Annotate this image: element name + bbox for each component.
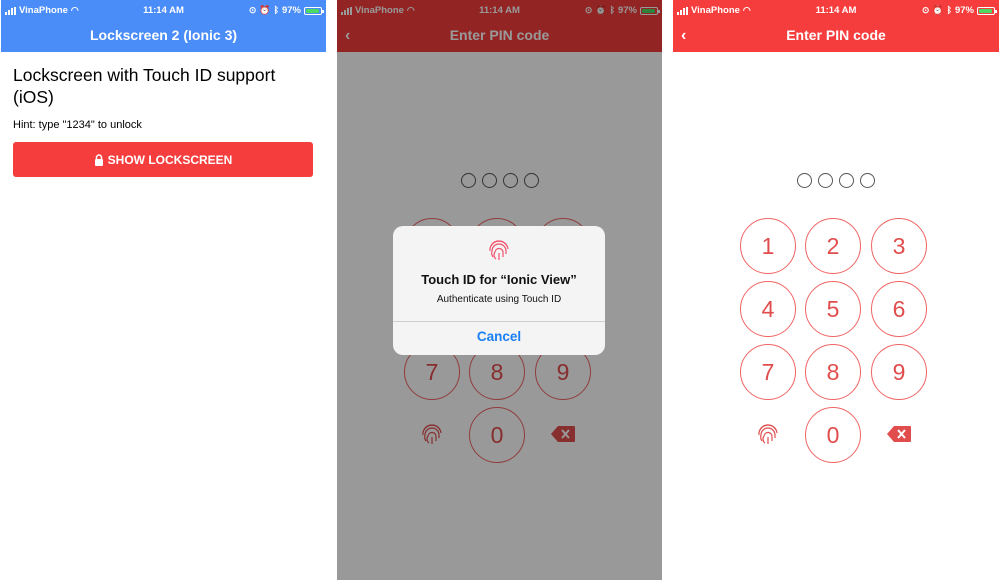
battery-percent: 97% — [281, 5, 301, 16]
show-lockscreen-label: SHOW LOCKSCREEN — [107, 152, 233, 167]
key-0[interactable]: 0 — [805, 407, 861, 463]
status-bar: VinaPhone ◠ 11:14 AM ⊙ ⏰ ᛒ 97% — [673, 0, 999, 20]
status-bar: VinaPhone ◠ 11:14 AM ⊙ ⏰ ᛒ 97% — [1, 0, 326, 20]
pin-header-title: Enter PIN code — [786, 27, 886, 43]
touch-id-dialog: Touch ID for “Ionic View” Authenticate u… — [393, 226, 605, 355]
home-header-title: Lockscreen 2 (Ionic 3) — [89, 27, 238, 43]
key-3[interactable]: 3 — [871, 218, 927, 274]
bluetooth-icon: ᛒ — [273, 5, 279, 15]
rotation-lock-icon: ⊙ — [248, 5, 257, 15]
rotation-lock-icon: ⊙ — [921, 5, 930, 15]
key-9[interactable]: 9 — [871, 344, 927, 400]
bluetooth-icon: ᛒ — [946, 5, 952, 15]
hint-text: Hint: type "1234" to unlock — [13, 119, 142, 131]
key-5[interactable]: 5 — [805, 281, 861, 337]
dialog-subtitle: Authenticate using Touch ID — [436, 294, 562, 305]
battery-icon — [304, 6, 324, 15]
key-6[interactable]: 6 — [871, 281, 927, 337]
show-lockscreen-button[interactable]: SHOW LOCKSCREEN — [13, 142, 313, 177]
key-8[interactable]: 8 — [805, 344, 861, 400]
phone-touchid-screen: ‹ Enter PIN code VinaPhone ◠ 11:14 AM ⊙ … — [337, 0, 662, 580]
cancel-button[interactable]: Cancel — [393, 329, 605, 344]
fingerprint-icon — [489, 240, 509, 260]
key-1[interactable]: 1 — [740, 218, 796, 274]
lock-icon — [94, 153, 103, 166]
battery-icon — [977, 6, 997, 15]
alarm-icon: ⏰ — [259, 5, 271, 15]
alarm-icon: ⏰ — [932, 5, 944, 15]
pin-dot — [860, 173, 875, 188]
pin-dot — [818, 173, 833, 188]
fingerprint-icon[interactable] — [755, 421, 781, 447]
phone-pin-screen: ‹ Enter PIN code VinaPhone ◠ 11:14 AM ⊙ … — [673, 0, 999, 580]
phone-home-screen: Lockscreen 2 (Ionic 3) VinaPhone ◠ 11:14… — [1, 0, 326, 580]
battery-percent: 97% — [954, 5, 974, 16]
dialog-divider — [393, 321, 605, 322]
backspace-icon[interactable] — [886, 425, 912, 443]
key-2[interactable]: 2 — [805, 218, 861, 274]
pin-dot — [797, 173, 812, 188]
pin-dot — [839, 173, 854, 188]
pin-dots — [673, 173, 999, 188]
page-heading: Lockscreen with Touch ID support (iOS) — [13, 65, 276, 107]
key-7[interactable]: 7 — [740, 344, 796, 400]
key-4[interactable]: 4 — [740, 281, 796, 337]
dialog-title: Touch ID for “Ionic View” — [421, 272, 577, 287]
